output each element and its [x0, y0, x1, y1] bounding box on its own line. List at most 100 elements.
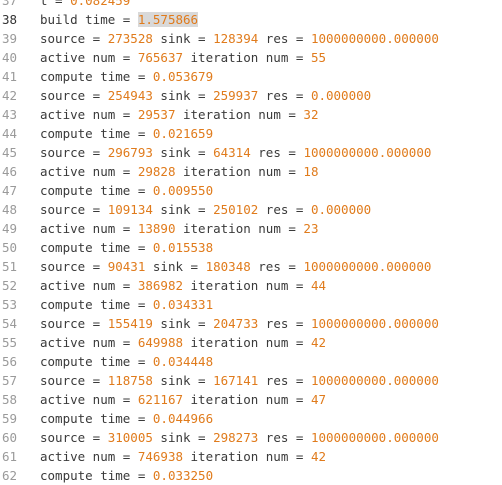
numeric-token: 47 — [310, 392, 326, 407]
line-content: compute time = 0.034331 — [40, 295, 502, 314]
text-token: compute time = — [40, 354, 153, 369]
numeric-token: 386982 — [137, 278, 183, 293]
numeric-token: 296793 — [107, 145, 153, 160]
code-line[interactable]: 38 build time = 1.575866 — [0, 10, 502, 29]
code-line[interactable]: 44 compute time = 0.021659 — [0, 124, 502, 143]
numeric-token: 44 — [310, 278, 326, 293]
text-token: active num = — [40, 449, 138, 464]
code-line[interactable]: 58 active num = 621167 iteration num = 47 — [0, 390, 502, 409]
numeric-token: 204733 — [213, 316, 259, 331]
numeric-token: 1000000000.000000 — [310, 430, 439, 445]
text-token: active num = — [40, 278, 138, 293]
code-line[interactable]: 52 active num = 386982 iteration num = 44 — [0, 276, 502, 295]
line-content: source = 296793 sink = 64314 res = 10000… — [40, 143, 502, 162]
code-line[interactable]: 40 active num = 765637 iteration num = 55 — [0, 48, 502, 67]
numeric-token: 128394 — [213, 31, 259, 46]
code-line[interactable]: 60 source = 310005 sink = 298273 res = 10… — [0, 428, 502, 447]
line-number: 62 — [2, 468, 18, 483]
code-line[interactable]: 45 source = 296793 sink = 64314 res = 100… — [0, 143, 502, 162]
text-token: res = — [258, 88, 311, 103]
editor-lines: 37 t = 0.082459 38 build time = 1.575866 39 s… — [0, 0, 502, 485]
code-line[interactable]: 57 source = 118758 sink = 167141 res = 10… — [0, 371, 502, 390]
code-line[interactable]: 59 compute time = 0.044966 — [0, 409, 502, 428]
numeric-token: 0.034331 — [152, 297, 214, 312]
numeric-token: 118758 — [107, 373, 153, 388]
code-line[interactable]: 47 compute time = 0.009550 — [0, 181, 502, 200]
line-content: t = 0.082459 — [40, 0, 502, 10]
text-token: sink = — [152, 202, 214, 217]
line-content: active num = 13890 iteration num = 23 — [40, 219, 502, 238]
text-token: iteration num = — [183, 50, 311, 65]
code-line[interactable]: 62 compute time = 0.033250 — [0, 466, 502, 485]
line-number: 38 — [2, 12, 18, 27]
numeric-token: 298273 — [213, 430, 259, 445]
text-token: active num = — [40, 392, 138, 407]
text-token: iteration num = — [183, 392, 311, 407]
code-line[interactable]: 50 compute time = 0.015538 — [0, 238, 502, 257]
line-content: compute time = 0.034448 — [40, 352, 502, 371]
code-line[interactable]: 41 compute time = 0.053679 — [0, 67, 502, 86]
numeric-token: 765637 — [137, 50, 183, 65]
text-token: sink = — [152, 31, 214, 46]
numeric-token: 1000000000.000000 — [310, 373, 439, 388]
line-number: 56 — [2, 354, 18, 369]
numeric-token: 18 — [303, 164, 319, 179]
text-token: sink = — [152, 145, 214, 160]
line-number: 57 — [2, 373, 18, 388]
line-content: active num = 386982 iteration num = 44 — [40, 276, 502, 295]
numeric-token: 90431 — [107, 259, 146, 274]
text-token: build time = — [40, 12, 138, 27]
code-line[interactable]: 49 active num = 13890 iteration num = 23 — [0, 219, 502, 238]
line-content: active num = 765637 iteration num = 55 — [40, 48, 502, 67]
text-token: iteration num = — [175, 107, 304, 122]
numeric-token: 1000000000.000000 — [303, 259, 432, 274]
line-number: 58 — [2, 392, 18, 407]
line-number: 45 — [2, 145, 18, 160]
line-content: source = 90431 sink = 180348 res = 10000… — [40, 257, 502, 276]
code-line[interactable]: 55 active num = 649988 iteration num = 42 — [0, 333, 502, 352]
code-line[interactable]: 46 active num = 29828 iteration num = 18 — [0, 162, 502, 181]
code-line[interactable]: 56 compute time = 0.034448 — [0, 352, 502, 371]
line-content: compute time = 0.015538 — [40, 238, 502, 257]
line-number: 44 — [2, 126, 18, 141]
line-content: active num = 29537 iteration num = 32 — [40, 105, 502, 124]
numeric-token: 42 — [310, 449, 326, 464]
line-content: source = 118758 sink = 167141 res = 1000… — [40, 371, 502, 390]
numeric-token: 1000000000.000000 — [303, 145, 432, 160]
numeric-token: 0.082459 — [70, 0, 131, 8]
numeric-token: 23 — [303, 221, 319, 236]
code-line[interactable]: 61 active num = 746938 iteration num = 42 — [0, 447, 502, 466]
line-content: compute time = 0.021659 — [40, 124, 502, 143]
code-line[interactable]: 43 active num = 29537 iteration num = 32 — [0, 105, 502, 124]
line-content: active num = 621167 iteration num = 47 — [40, 390, 502, 409]
text-token: compute time = — [40, 297, 153, 312]
numeric-token: 155419 — [107, 316, 153, 331]
code-line[interactable]: 53 compute time = 0.034331 — [0, 295, 502, 314]
numeric-token: 254943 — [107, 88, 153, 103]
text-token: source = — [40, 259, 108, 274]
line-number: 40 — [2, 50, 18, 65]
numeric-token: 55 — [310, 50, 326, 65]
line-number: 50 — [2, 240, 18, 255]
code-line[interactable]: 37 t = 0.082459 — [0, 0, 502, 10]
numeric-token: 13890 — [137, 221, 176, 236]
text-token: res = — [258, 202, 311, 217]
line-content: source = 254943 sink = 259937 res = 0.00… — [40, 86, 502, 105]
text-token: res = — [258, 430, 311, 445]
line-content: active num = 649988 iteration num = 42 — [40, 333, 502, 352]
code-line[interactable]: 42 source = 254943 sink = 259937 res = 0.… — [0, 86, 502, 105]
numeric-token: 0.033250 — [152, 468, 214, 483]
text-token: compute time = — [40, 126, 153, 141]
text-token: iteration num = — [183, 449, 311, 464]
code-line[interactable]: 54 source = 155419 sink = 204733 res = 10… — [0, 314, 502, 333]
code-editor[interactable]: 37 t = 0.082459 38 build time = 1.575866 39 s… — [0, 0, 502, 485]
code-line[interactable]: 39 source = 273528 sink = 128394 res = 10… — [0, 29, 502, 48]
text-token: compute time = — [40, 240, 153, 255]
line-number: 41 — [2, 69, 18, 84]
text-token: compute time = — [40, 411, 153, 426]
text-token: iteration num = — [175, 221, 304, 236]
code-line[interactable]: 48 source = 109134 sink = 250102 res = 0.… — [0, 200, 502, 219]
numeric-token: 180348 — [205, 259, 251, 274]
line-number: 54 — [2, 316, 18, 331]
code-line[interactable]: 51 source = 90431 sink = 180348 res = 100… — [0, 257, 502, 276]
